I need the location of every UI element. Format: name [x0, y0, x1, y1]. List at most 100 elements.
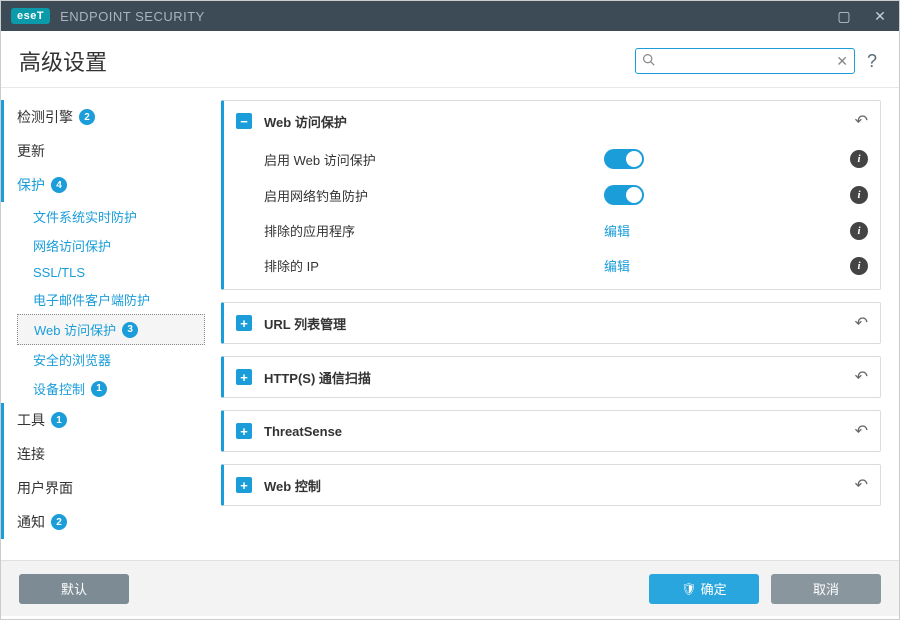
sidebar-item-label: 文件系统实时防护	[33, 207, 137, 226]
sidebar-item-device[interactable]: 设备控制 1	[17, 374, 205, 403]
window-controls: ▢ ✕	[831, 3, 893, 29]
revert-icon[interactable]: ↶	[855, 367, 868, 387]
sidebar-item-label: SSL/TLS	[33, 265, 85, 280]
ok-button[interactable]: 🛡 确定	[649, 574, 759, 604]
sidebar-item-tools[interactable]: 工具 1	[1, 403, 205, 437]
panel-body-web-protect: 启用 Web 访问保护 i 启用网络钓鱼防护 i 排除的应用程序 编辑 i 排除…	[224, 141, 880, 289]
header-row: 高级设置 ✕ ?	[1, 31, 899, 88]
badge: 2	[79, 109, 95, 125]
body: 检测引擎 2 更新 保护 4 文件系统实时防护 网络访问保护 SSL/TLS 电…	[1, 88, 899, 560]
panel-header-web-control[interactable]: + Web 控制 ↶	[224, 465, 880, 505]
expand-icon[interactable]: +	[236, 369, 252, 385]
cancel-button[interactable]: 取消	[771, 574, 881, 604]
titlebar: eseT ENDPOINT SECURITY ▢ ✕	[1, 1, 899, 31]
sidebar-item-label: 设备控制	[33, 379, 85, 398]
badge: 3	[122, 322, 138, 338]
footer: 默认 🛡 确定 取消	[1, 560, 899, 616]
panel-title: Web 控制	[264, 476, 321, 495]
sidebar-item-detection[interactable]: 检测引擎 2	[1, 100, 205, 134]
panel-header-url-list[interactable]: + URL 列表管理 ↶	[224, 303, 880, 343]
sidebar-item-email[interactable]: 电子邮件客户端防护	[17, 285, 205, 314]
search-icon	[642, 53, 655, 69]
sidebar-item-connect[interactable]: 连接	[1, 437, 205, 471]
edit-link-apps[interactable]: 编辑	[604, 224, 630, 239]
sidebar-item-update[interactable]: 更新	[1, 134, 205, 168]
sidebar-item-label: 网络访问保护	[33, 236, 111, 255]
sidebar-item-ssltls[interactable]: SSL/TLS	[17, 260, 205, 285]
sidebar-item-label: 安全的浏览器	[33, 350, 111, 369]
sidebar-item-label: 用户界面	[17, 478, 73, 498]
panel-title: Web 访问保护	[264, 112, 347, 131]
panel-https-scan: + HTTP(S) 通信扫描 ↶	[221, 356, 881, 398]
expand-icon[interactable]: +	[236, 423, 252, 439]
help-icon[interactable]: ?	[863, 51, 881, 72]
row-enable-web: 启用 Web 访问保护 i	[264, 141, 868, 177]
sidebar-item-network[interactable]: 网络访问保护	[17, 231, 205, 260]
panel-header-https-scan[interactable]: + HTTP(S) 通信扫描 ↶	[224, 357, 880, 397]
panel-title: HTTP(S) 通信扫描	[264, 368, 371, 387]
sidebar-item-ui[interactable]: 用户界面	[1, 471, 205, 505]
sidebar-item-label: 电子邮件客户端防护	[33, 290, 150, 309]
brand-text: ENDPOINT SECURITY	[60, 9, 205, 24]
row-enable-phish: 启用网络钓鱼防护 i	[264, 177, 868, 213]
sidebar-item-label: 通知	[17, 512, 45, 532]
panel-url-list: + URL 列表管理 ↶	[221, 302, 881, 344]
info-icon[interactable]: i	[850, 186, 868, 204]
badge: 4	[51, 177, 67, 193]
panel-web-protect: − Web 访问保护 ↶ 启用 Web 访问保护 i 启用网络钓鱼防护 i 排除…	[221, 100, 881, 290]
panel-threatsense: + ThreatSense ↶	[221, 410, 881, 452]
revert-icon[interactable]: ↶	[855, 421, 868, 441]
sidebar-item-protection[interactable]: 保护 4	[1, 168, 205, 202]
shield-icon: 🛡	[681, 582, 696, 596]
setting-label: 启用网络钓鱼防护	[264, 186, 604, 205]
sidebar-item-web[interactable]: Web 访问保护 3	[17, 314, 205, 345]
search-input[interactable]	[660, 49, 830, 73]
sidebar-item-label: 保护	[17, 175, 45, 195]
setting-label: 排除的应用程序	[264, 221, 604, 240]
close-icon[interactable]: ✕	[867, 3, 893, 29]
revert-icon[interactable]: ↶	[855, 111, 868, 131]
panel-header-web-protect[interactable]: − Web 访问保护 ↶	[224, 101, 880, 141]
clear-icon[interactable]: ✕	[836, 53, 848, 70]
search-box[interactable]: ✕	[635, 48, 855, 74]
revert-icon[interactable]: ↶	[855, 475, 868, 495]
brand-badge: eseT	[11, 8, 50, 24]
footer-right: 🛡 确定 取消	[649, 574, 881, 604]
badge: 1	[91, 381, 107, 397]
row-excl-ip: 排除的 IP 编辑 i	[264, 248, 868, 283]
ok-label: 确定	[701, 579, 727, 598]
revert-icon[interactable]: ↶	[855, 313, 868, 333]
edit-link-ip[interactable]: 编辑	[604, 259, 630, 274]
panel-header-threatsense[interactable]: + ThreatSense ↶	[224, 411, 880, 451]
info-icon[interactable]: i	[850, 257, 868, 275]
setting-label: 排除的 IP	[264, 256, 604, 275]
expand-icon[interactable]: +	[236, 477, 252, 493]
default-button[interactable]: 默认	[19, 574, 129, 604]
collapse-icon[interactable]: −	[236, 113, 252, 129]
expand-icon[interactable]: +	[236, 315, 252, 331]
sidebar-sub-protection: 文件系统实时防护 网络访问保护 SSL/TLS 电子邮件客户端防护 Web 访问…	[1, 202, 205, 403]
setting-label: 启用 Web 访问保护	[264, 150, 604, 169]
badge: 2	[51, 514, 67, 530]
badge: 1	[51, 412, 67, 428]
toggle-enable-web[interactable]	[604, 149, 644, 169]
info-icon[interactable]: i	[850, 150, 868, 168]
sidebar-item-label: 工具	[17, 410, 45, 430]
sidebar-item-browser[interactable]: 安全的浏览器	[17, 345, 205, 374]
panel-web-control: + Web 控制 ↶	[221, 464, 881, 506]
row-excl-apps: 排除的应用程序 编辑 i	[264, 213, 868, 248]
page-title: 高级设置	[19, 45, 107, 77]
search-wrap: ✕ ?	[635, 48, 881, 74]
sidebar-item-notify[interactable]: 通知 2	[1, 505, 205, 539]
sidebar-item-filesystem[interactable]: 文件系统实时防护	[17, 202, 205, 231]
maximize-icon[interactable]: ▢	[831, 3, 857, 29]
content: − Web 访问保护 ↶ 启用 Web 访问保护 i 启用网络钓鱼防护 i 排除…	[211, 88, 899, 560]
sidebar-item-label: 连接	[17, 444, 45, 464]
info-icon[interactable]: i	[850, 222, 868, 240]
sidebar-item-label: 检测引擎	[17, 107, 73, 127]
toggle-enable-phish[interactable]	[604, 185, 644, 205]
sidebar-item-label: 更新	[17, 141, 45, 161]
sidebar-item-label: Web 访问保护	[34, 320, 116, 339]
panel-title: URL 列表管理	[264, 314, 346, 333]
sidebar: 检测引擎 2 更新 保护 4 文件系统实时防护 网络访问保护 SSL/TLS 电…	[1, 88, 211, 560]
